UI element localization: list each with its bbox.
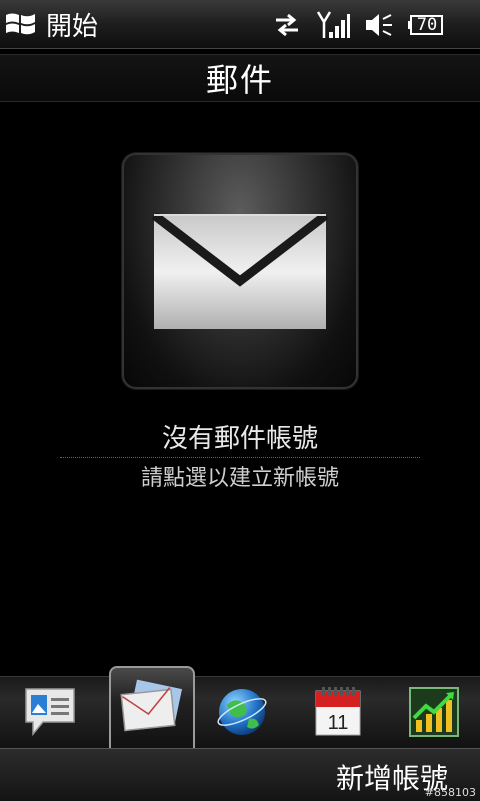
divider xyxy=(60,457,420,458)
battery-level: 70 xyxy=(416,15,438,35)
tab-messaging[interactable] xyxy=(10,678,90,746)
status-bar: 開始 70 xyxy=(0,0,480,49)
tab-calendar[interactable]: 11 xyxy=(298,678,378,746)
volume-muted-icon[interactable] xyxy=(364,11,394,39)
start-button[interactable]: 開始 xyxy=(4,6,98,42)
messaging-icon xyxy=(25,688,75,737)
mail-icon xyxy=(120,679,183,732)
calendar-icon: 11 xyxy=(315,687,361,736)
internet-globe-icon xyxy=(217,689,267,735)
watermark: #858103 xyxy=(424,786,476,799)
tab-stocks[interactable] xyxy=(394,678,474,746)
windows-flag-icon xyxy=(6,13,35,35)
envelope-icon xyxy=(152,213,328,329)
title-bar: 郵件 xyxy=(0,54,480,102)
stocks-icon xyxy=(409,687,459,737)
tab-internet[interactable] xyxy=(202,678,282,746)
mail-tile[interactable] xyxy=(122,153,358,389)
tab-mail[interactable] xyxy=(109,666,195,748)
softkey-bar: 新增帳號 #858103 xyxy=(0,748,480,801)
battery-indicator[interactable]: 70 xyxy=(408,14,444,36)
start-label: 開始 xyxy=(46,11,99,42)
no-account-message: 沒有郵件帳號 xyxy=(161,424,318,454)
create-account-hint[interactable]: 請點選以建立新帳號 xyxy=(0,460,480,492)
signal-strength-icon[interactable] xyxy=(316,10,350,40)
calendar-day: 11 xyxy=(328,712,349,734)
page-title: 郵件 xyxy=(205,61,274,99)
data-connection-icon[interactable] xyxy=(272,12,302,38)
